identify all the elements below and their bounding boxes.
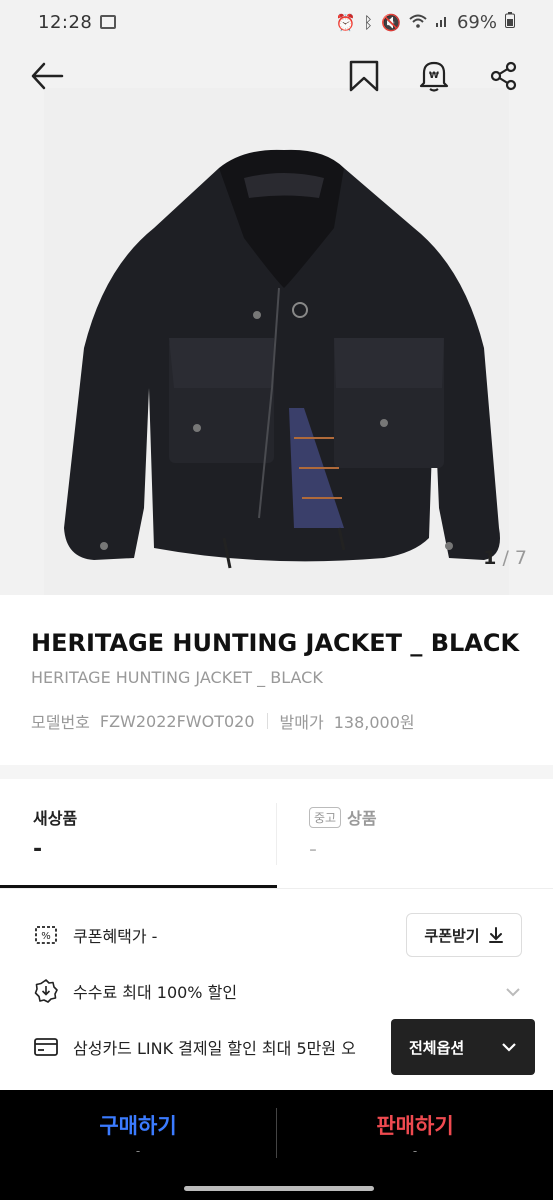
card-benefit-text: 삼성카드 LINK 결제일 할인 최대 5만원 오: [73, 1039, 356, 1058]
expand-chevron[interactable]: [505, 982, 521, 1001]
sell-button[interactable]: 판매하기 -: [277, 1090, 553, 1178]
all-options-button[interactable]: 전체옵션: [391, 1019, 535, 1075]
release-price-label: 발매가: [279, 713, 324, 732]
svg-text:%: %: [41, 931, 51, 942]
product-subtitle: HERITAGE HUNTING JACKET _ BLACK: [31, 668, 323, 687]
gallery-icon: [100, 15, 117, 29]
product-gallery[interactable]: ₩ 1 / 7: [0, 44, 553, 595]
share-icon: [490, 61, 517, 91]
wifi-icon: [409, 13, 427, 32]
back-button[interactable]: [25, 54, 69, 98]
tab-used-price: -: [309, 837, 317, 862]
mute-icon: 🔇: [381, 12, 401, 32]
tab-new-label: 새상품: [33, 809, 78, 828]
credit-card-icon: [33, 1034, 59, 1060]
price-alert-icon: ₩: [419, 61, 449, 92]
bookmark-button[interactable]: [342, 54, 386, 98]
battery-percent: 69%: [456, 11, 497, 33]
signal-icon: [435, 13, 449, 32]
bookmark-icon: [349, 60, 379, 92]
jacket-illustration: [64, 149, 500, 569]
product-info: HERITAGE HUNTING JACKET _ BLACK HERITAGE…: [0, 595, 553, 765]
sell-price: -: [412, 1144, 418, 1158]
tab-new-price: -: [33, 837, 43, 862]
condition-tabs: 새상품 - 중고 상품 -: [0, 779, 553, 889]
buy-label: 구매하기: [99, 1114, 177, 1138]
tab-used[interactable]: 중고 상품 -: [277, 779, 553, 889]
buy-button[interactable]: 구매하기 -: [0, 1090, 276, 1178]
coupon-benefit-text: 쿠폰혜택가 -: [73, 927, 158, 946]
price-alert-button[interactable]: ₩: [412, 54, 456, 98]
svg-text:₩: ₩: [429, 71, 439, 81]
chevron-down-icon: [506, 988, 520, 997]
download-icon: [488, 927, 503, 943]
release-price-value: 138,000원: [333, 713, 415, 732]
model-number-label: 모델번호: [31, 713, 90, 732]
alarm-icon: ⏰: [335, 12, 356, 32]
model-number-value: FZW2022FWOT020: [99, 711, 255, 731]
battery-icon: [505, 12, 515, 32]
back-arrow-icon: [31, 62, 64, 90]
image-counter-current: 1: [483, 547, 497, 569]
home-indicator[interactable]: [184, 1186, 374, 1191]
chevron-down-icon: [502, 1043, 516, 1052]
sell-label: 판매하기: [376, 1114, 454, 1138]
image-counter-total: 7: [514, 547, 527, 569]
fee-benefit-text: 수수료 최대 100% 할인: [73, 983, 238, 1002]
image-counter: 1 / 7: [483, 547, 527, 569]
section-divider: [0, 765, 553, 779]
bluetooth-icon: ᛒ: [363, 12, 374, 32]
status-bar: 12:28 ⏰ ᛒ 🔇 69%: [0, 0, 553, 44]
coupon-icon: %: [33, 922, 59, 948]
tab-used-label-group: 중고 상품: [309, 805, 377, 829]
image-counter-separator: /: [502, 547, 509, 569]
get-coupon-button[interactable]: 쿠폰받기: [406, 913, 522, 957]
action-bar: 구매하기 - 판매하기 -: [0, 1090, 553, 1200]
tab-used-label: 상품: [347, 809, 377, 828]
tab-new[interactable]: 새상품 -: [0, 779, 276, 889]
product-image[interactable]: [44, 88, 509, 595]
all-options-label: 전체옵션: [409, 1038, 465, 1057]
product-title: HERITAGE HUNTING JACKET _ BLACK: [31, 629, 520, 657]
active-tab-indicator: [0, 885, 277, 888]
status-icons: ⏰ ᛒ 🔇 69%: [336, 12, 515, 33]
meta-divider: [266, 713, 268, 729]
product-meta: 모델번호 FZW2022FWOT020 발매가 138,000원: [31, 709, 415, 733]
used-badge: 중고: [309, 806, 342, 828]
share-button[interactable]: [482, 54, 526, 98]
get-coupon-label: 쿠폰받기: [424, 926, 480, 945]
fee-benefit-row[interactable]: 수수료 최대 100% 할인: [0, 963, 553, 1019]
buy-price: -: [135, 1144, 141, 1158]
status-time: 12:28: [38, 11, 93, 33]
discount-badge-icon: [33, 978, 59, 1004]
